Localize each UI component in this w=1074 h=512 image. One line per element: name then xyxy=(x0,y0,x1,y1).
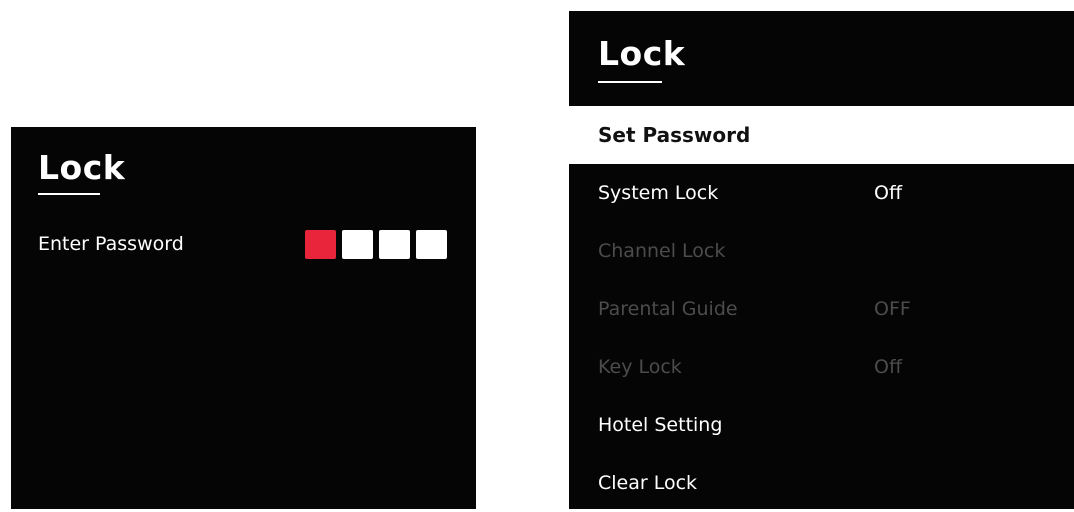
menu-item-value: Off xyxy=(874,356,903,378)
menu-item-value: OFF xyxy=(874,298,911,320)
pin-digit-1[interactable] xyxy=(305,230,336,259)
menu-item-label: Channel Lock xyxy=(598,240,726,262)
lock-menu: Set Password System Lock Off Channel Loc… xyxy=(569,106,1074,512)
lock-menu-screen: Lock Set Password System Lock Off Channe… xyxy=(569,11,1074,509)
menu-item-key-lock[interactable]: Key Lock Off xyxy=(569,338,1074,396)
menu-item-value: Off xyxy=(874,182,903,204)
password-input[interactable] xyxy=(305,230,447,259)
enter-password-screen: Lock Enter Password xyxy=(11,127,476,509)
pin-digit-2[interactable] xyxy=(342,230,373,259)
pin-digit-4[interactable] xyxy=(416,230,447,259)
menu-item-clear-lock[interactable]: Clear Lock xyxy=(569,454,1074,512)
menu-item-channel-lock[interactable]: Channel Lock xyxy=(569,222,1074,280)
menu-item-label: Key Lock xyxy=(598,356,682,378)
menu-item-label: Set Password xyxy=(598,123,751,147)
menu-item-system-lock[interactable]: System Lock Off xyxy=(569,164,1074,222)
title-underline xyxy=(598,81,662,83)
menu-item-set-password[interactable]: Set Password xyxy=(569,106,1074,164)
menu-item-label: System Lock xyxy=(598,182,719,204)
menu-item-label: Hotel Setting xyxy=(598,414,723,436)
menu-item-hotel-setting[interactable]: Hotel Setting xyxy=(569,396,1074,454)
menu-item-parental-guide[interactable]: Parental Guide OFF xyxy=(569,280,1074,338)
page-title: Lock xyxy=(38,148,126,187)
title-underline xyxy=(38,193,100,195)
page-title: Lock xyxy=(598,34,686,73)
menu-item-label: Parental Guide xyxy=(598,298,738,320)
menu-item-label: Clear Lock xyxy=(598,472,698,494)
pin-digit-3[interactable] xyxy=(379,230,410,259)
enter-password-label: Enter Password xyxy=(38,233,184,255)
